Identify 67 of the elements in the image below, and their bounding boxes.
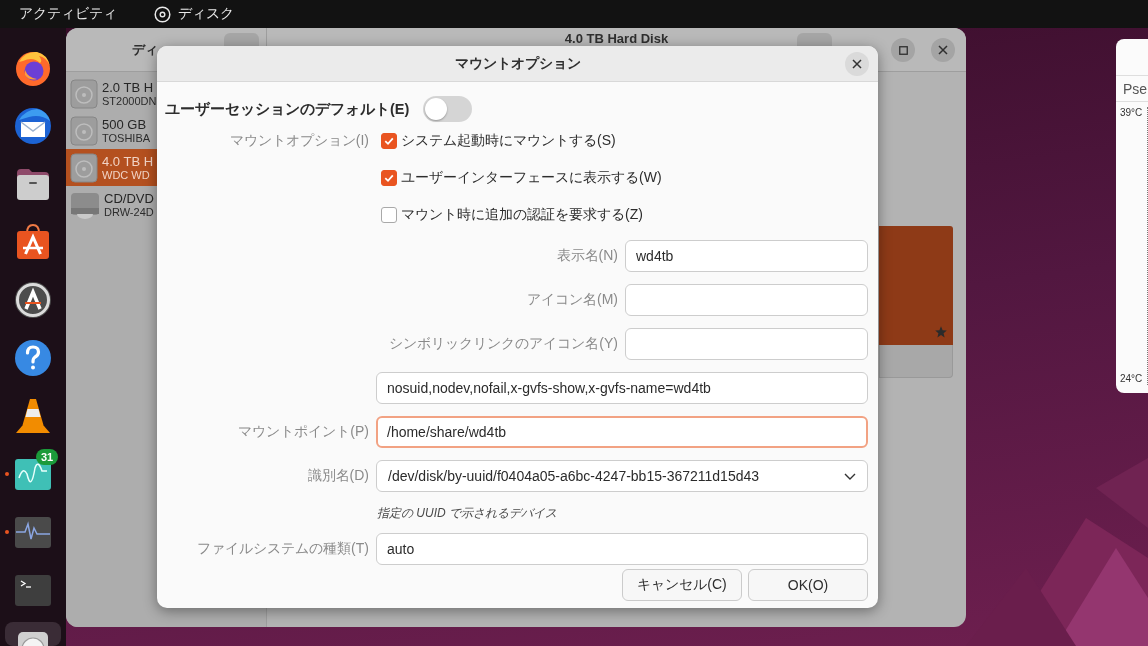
dock-button[interactable] [13,280,53,320]
disk-list-item[interactable]: CD/DVD DRW-24D [66,186,157,223]
text-field[interactable] [625,284,868,316]
disk-model: TOSHIBA [102,131,151,145]
field-label: マウントポイント(P) [238,423,369,441]
chevron-down-icon [844,472,856,480]
dialog-button[interactable]: OK(O) [748,569,868,601]
disc-icon [154,5,171,23]
help-icon [13,338,53,378]
close-button[interactable] [845,51,869,76]
toggle-switch[interactable] [423,96,473,122]
text-field[interactable] [625,328,868,360]
maximize-icon [898,45,908,55]
field-label: 表示名(N) [556,247,618,265]
setting-label: ユーザーセッションのデフォルト(E) [165,99,410,119]
dialog-button[interactable]: キャンセル(C) [622,569,742,601]
disk-name: 2.0 TB H [102,79,155,95]
window-title: 4.0 TB Hard Disk [564,32,669,46]
tab-label[interactable]: Pse [1123,80,1148,97]
disk-name: 4.0 TB H [102,153,154,169]
disk-list-item[interactable]: 500 GB TOSHIBA [66,112,157,149]
checkbox-label[interactable]: ユーザーインターフェースに表示する(W) [401,168,662,187]
field-label: ファイルシステムの種類(T) [197,540,369,558]
close-button[interactable] [931,38,955,62]
disk-name: CD/DVD [104,190,154,206]
envelope-icon [13,106,53,146]
maximize-button[interactable] [891,38,915,62]
disk-name: 500 GB [102,116,148,132]
checkbox-label[interactable]: マウント時に追加の認証を要求する(Z) [401,205,643,224]
dock-button[interactable] [15,516,51,548]
checkbox[interactable] [381,132,397,149]
disk-model: ST2000DN [102,94,157,108]
axis-label: 39°C [1120,107,1143,119]
disk-list-item[interactable]: 4.0 TB H WDC WD [66,149,157,186]
field-label: シンボリックリンクのアイコン名(Y) [389,335,618,353]
dock-button[interactable] [13,396,53,436]
circle-a-icon [13,280,53,320]
checkbox-label[interactable]: システム起動時にマウントする(S) [401,131,616,150]
pulse-icon [15,516,51,548]
close-icon [852,58,862,69]
checkbox[interactable] [381,169,397,186]
disk-model: DRW-24D [104,205,154,219]
terminal-icon [15,574,51,606]
notification-badge: 31 [36,449,58,465]
close-icon [938,45,948,55]
activities-button[interactable]: アクティビティ [19,5,117,23]
disk-list-item[interactable]: 2.0 TB H ST2000DN [66,75,157,112]
star-icon [935,326,947,338]
dock-button[interactable] [13,106,53,146]
field-label: マウントオプション(I) [229,131,369,150]
checkbox[interactable] [381,206,397,223]
text-field[interactable]: wd4tb [625,240,868,272]
dock-button[interactable] [5,622,61,646]
hint-text: 指定の UUID で示されるデバイス [376,506,557,520]
app-menu-button[interactable]: ディスク [154,5,234,23]
traffic-cone-icon [13,396,53,436]
sidebar-title: ディ [132,40,158,59]
field-label: アイコン名(M) [527,291,618,309]
text-field[interactable]: /home/share/wd4tb [376,416,868,448]
dock-button[interactable] [13,338,53,378]
dropdown[interactable]: /dev/disk/by-uuid/f0404a05-a6bc-4247-bb15-367211d15d43 [376,460,868,492]
disk-model: WDC WD [102,168,151,182]
field-label: 識別名(D) [307,467,369,485]
dialog-title: マウントオプション [454,54,581,73]
text-field[interactable]: nosuid,nodev,nofail,x-gvfs-show,x-gvfs-name=wd4tb [376,372,868,404]
text-field[interactable]: auto [376,533,868,565]
axis-label: 24°C [1120,373,1143,385]
